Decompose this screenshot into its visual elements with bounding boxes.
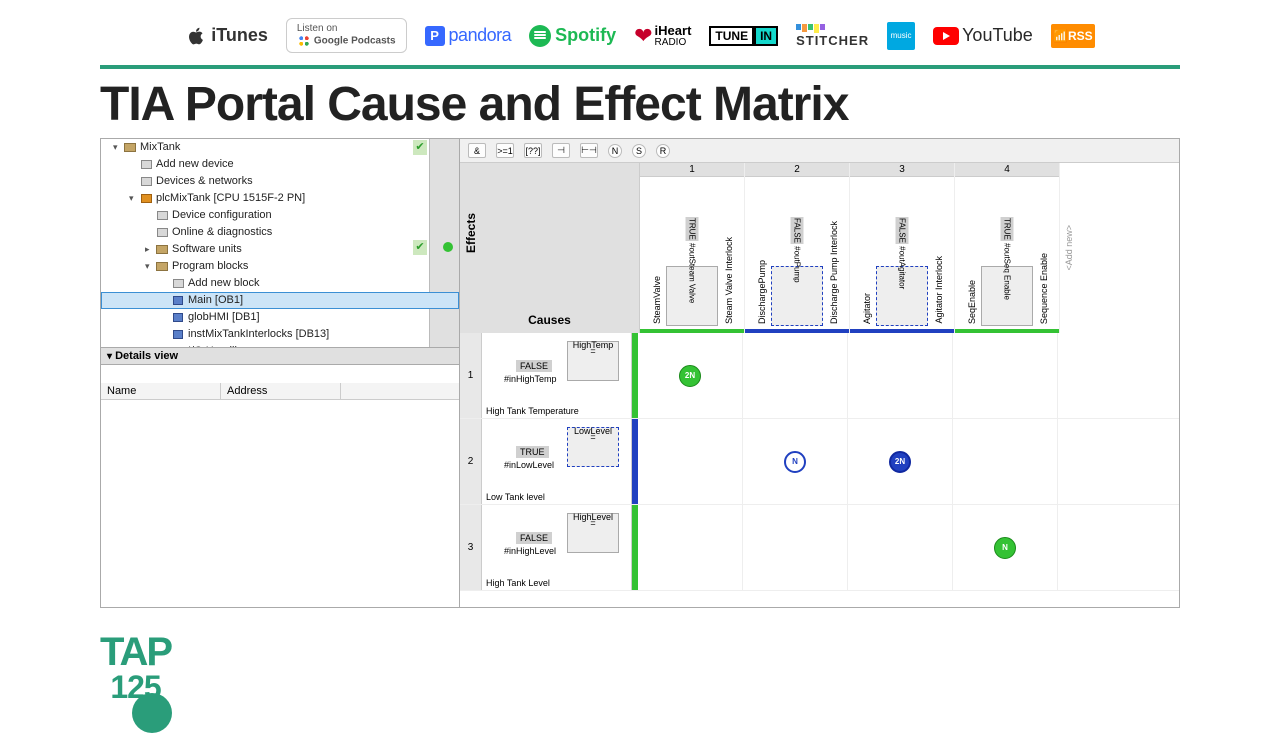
tunein-link[interactable]: TUNEIN xyxy=(709,26,778,46)
stitcher-icon xyxy=(796,24,869,33)
toolbar-button[interactable]: S xyxy=(632,144,646,158)
toolbar-button[interactable]: ⊣ xyxy=(552,143,570,158)
tree-item[interactable]: ▸Software units xyxy=(101,241,459,258)
cause-number: 3 xyxy=(460,505,482,590)
matrix-cell[interactable]: 2N xyxy=(638,333,743,418)
cause-body[interactable]: HighLevel = FALSE #inHighLevel High Tank… xyxy=(482,505,632,590)
page-title: TIA Portal Cause and Effect Matrix xyxy=(0,77,1280,138)
causes-label: Causes xyxy=(528,313,571,333)
tia-portal-window: ▾MixTank✔ Add new deviceDevices & networ… xyxy=(0,138,1280,608)
tree-item[interactable]: ▾plcMixTank [CPU 1515F-2 PN]✔ xyxy=(101,190,459,207)
tree-item[interactable]: Device configuration xyxy=(101,207,459,224)
cause-body[interactable]: HighTemp = FALSE #inHighTemp High Tank T… xyxy=(482,333,632,418)
tree-item[interactable]: Add new block xyxy=(101,275,459,292)
tree-item[interactable]: instMixTankInterlocks [DB13] xyxy=(101,326,459,343)
toolbar-button[interactable]: >=1 xyxy=(496,143,514,158)
tap-badge: TAP 125 xyxy=(100,635,171,706)
effect-column[interactable]: 1 SteamValve TRUE #outSteam Valve Steam … xyxy=(640,163,745,333)
tree-item[interactable]: Devices & networks xyxy=(101,173,459,190)
tree-item[interactable]: Main [OB1] xyxy=(101,292,459,309)
tree-item[interactable]: Online & diagnostics xyxy=(101,224,459,241)
divider xyxy=(100,65,1180,69)
matrix-cell[interactable] xyxy=(848,333,953,418)
effects-columns: 1 SteamValve TRUE #outSteam Valve Steam … xyxy=(640,163,1179,333)
heart-icon: ❤ xyxy=(634,23,652,49)
cause-row: 2 LowLevel = TRUE #inLowLevel Low Tank l… xyxy=(460,419,1179,505)
matrix-cell[interactable] xyxy=(953,419,1058,504)
causes-corner: Causes xyxy=(460,163,640,333)
tree-item[interactable]: ▾Program blocks xyxy=(101,258,459,275)
matrix-cell[interactable]: N xyxy=(953,505,1058,590)
cause-body[interactable]: LowLevel = TRUE #inLowLevel Low Tank lev… xyxy=(482,419,632,504)
effect-column[interactable]: 4 SeqEnable TRUE #outSeq Enable Sequence… xyxy=(955,163,1060,333)
matrix-cell[interactable] xyxy=(638,419,743,504)
effects-header: Effects Causes 1 SteamValve TRUE #outSte… xyxy=(460,163,1179,333)
intersection-node[interactable]: 2N xyxy=(679,365,701,387)
cause-number: 1 xyxy=(460,333,482,418)
effect-column[interactable]: 2 DischargePump FALSE #outPump Discharge… xyxy=(745,163,850,333)
col-address[interactable]: Address xyxy=(221,383,341,399)
pandora-icon: P xyxy=(425,26,445,46)
youtube-icon xyxy=(933,27,959,45)
effect-column[interactable]: 3 Agitator FALSE #outAgitator Agitator I… xyxy=(850,163,955,333)
matrix-cell[interactable] xyxy=(848,505,953,590)
effects-label: Effects xyxy=(464,213,478,253)
google-podcasts-link[interactable]: Listen on Google Podcasts xyxy=(286,18,407,53)
pandora-link[interactable]: P pandora xyxy=(425,25,512,46)
youtube-link[interactable]: YouTube xyxy=(933,25,1033,46)
stitcher-link[interactable]: STITCHER xyxy=(796,24,869,48)
rss-link[interactable]: 📶RSS xyxy=(1051,24,1095,48)
tree-item[interactable]: globHMI [DB1] xyxy=(101,309,459,326)
matrix-cell[interactable]: N xyxy=(743,419,848,504)
podcast-links: iTunes Listen on Google Podcasts P pando… xyxy=(0,0,1280,61)
details-body xyxy=(101,400,459,608)
intersection-node[interactable]: 2N xyxy=(889,451,911,473)
tree-body[interactable]: ▾MixTank✔ Add new deviceDevices & networ… xyxy=(101,139,459,347)
spotify-link[interactable]: Spotify xyxy=(529,25,616,47)
intersection-node[interactable]: N xyxy=(784,451,806,473)
add-effect[interactable]: <Add new> xyxy=(1060,221,1078,275)
tree-root[interactable]: ▾MixTank✔ xyxy=(101,139,459,156)
tree-item[interactable]: Add new device xyxy=(101,156,459,173)
itunes-label: iTunes xyxy=(211,25,268,46)
iheart-link[interactable]: ❤ iHeartRADIO xyxy=(634,23,691,49)
matrix-cell[interactable] xyxy=(743,505,848,590)
cause-effect-editor: &>=1[??]⊣⊢⊣NSR Effects Causes 1 SteamVal… xyxy=(460,138,1180,608)
intersection-node[interactable]: N xyxy=(994,537,1016,559)
amazon-music-link[interactable]: music xyxy=(887,22,915,50)
itunes-link[interactable]: iTunes xyxy=(185,25,268,47)
apple-icon xyxy=(185,25,207,47)
details-columns: Name Address xyxy=(101,383,459,400)
cause-rows: 1 HighTemp = FALSE #inHighTemp High Tank… xyxy=(460,333,1179,607)
matrix-cell[interactable] xyxy=(638,505,743,590)
editor-toolbar: &>=1 [??] ⊣ ⊢⊣ NSR xyxy=(460,139,1179,163)
matrix-cell[interactable]: 2N xyxy=(848,419,953,504)
matrix-cell[interactable] xyxy=(953,333,1058,418)
toolbar-button[interactable]: ⊢⊣ xyxy=(580,143,598,158)
matrix-cell[interactable] xyxy=(743,333,848,418)
toolbar-button[interactable]: N xyxy=(608,144,622,158)
project-tree: ▾MixTank✔ Add new deviceDevices & networ… xyxy=(100,138,460,608)
details-view-header[interactable]: ▾ Details view xyxy=(101,347,459,365)
toolbar-button[interactable]: & xyxy=(468,143,486,158)
col-name[interactable]: Name xyxy=(101,383,221,399)
toolbar-button[interactable]: R xyxy=(656,144,670,158)
spotify-icon xyxy=(529,25,551,47)
cause-row: 3 HighLevel = FALSE #inHighLevel High Ta… xyxy=(460,505,1179,591)
google-icon xyxy=(297,34,311,48)
cause-row: 1 HighTemp = FALSE #inHighTemp High Tank… xyxy=(460,333,1179,419)
toolbar-button[interactable]: [??] xyxy=(524,143,542,158)
cause-number: 2 xyxy=(460,419,482,504)
tree-item[interactable]: ▸I/O Handling xyxy=(101,343,459,347)
